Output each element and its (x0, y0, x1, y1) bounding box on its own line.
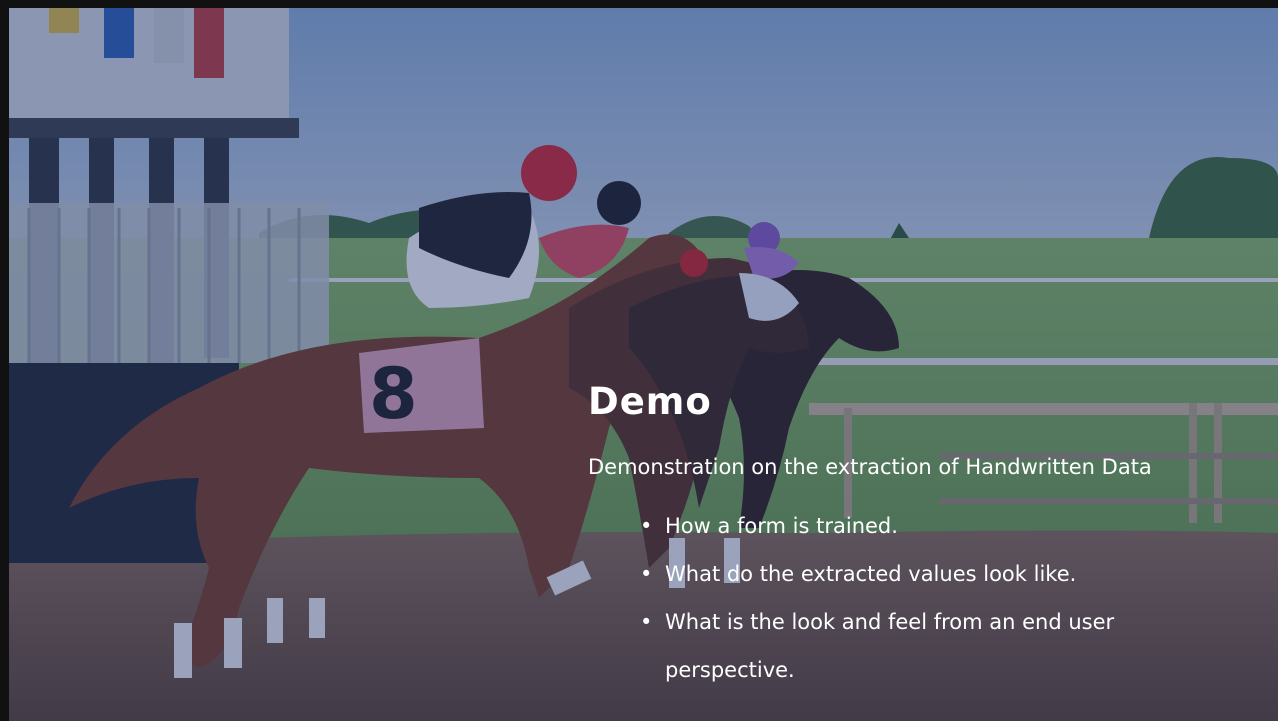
bullet-item-extracted-values: • What do the extracted values look like… (640, 550, 1240, 598)
bullet-dot-icon: • (640, 610, 653, 634)
window-frame-top (0, 0, 1278, 8)
bullet-dot-icon: • (640, 514, 653, 538)
bullet-item-look-and-feel: • What is the look and feel from an end … (640, 598, 1240, 694)
slide-subtitle: Demonstration on the extraction of Handw… (588, 455, 1152, 479)
bullet-text: What is the look and feel from an end us… (665, 610, 1115, 682)
bullet-text: How a form is trained. (665, 514, 898, 538)
slide-canvas: 8 Demo Demonstration on the extraction o… (0, 0, 1278, 721)
bullet-dot-icon: • (640, 562, 653, 586)
bullet-list: • How a form is trained. • What do the e… (640, 502, 1240, 694)
window-frame-left (0, 0, 9, 721)
bullet-item-form-trained: • How a form is trained. (640, 502, 1240, 550)
slide-title: Demo (588, 380, 712, 423)
bullet-text: What do the extracted values look like. (665, 562, 1077, 586)
